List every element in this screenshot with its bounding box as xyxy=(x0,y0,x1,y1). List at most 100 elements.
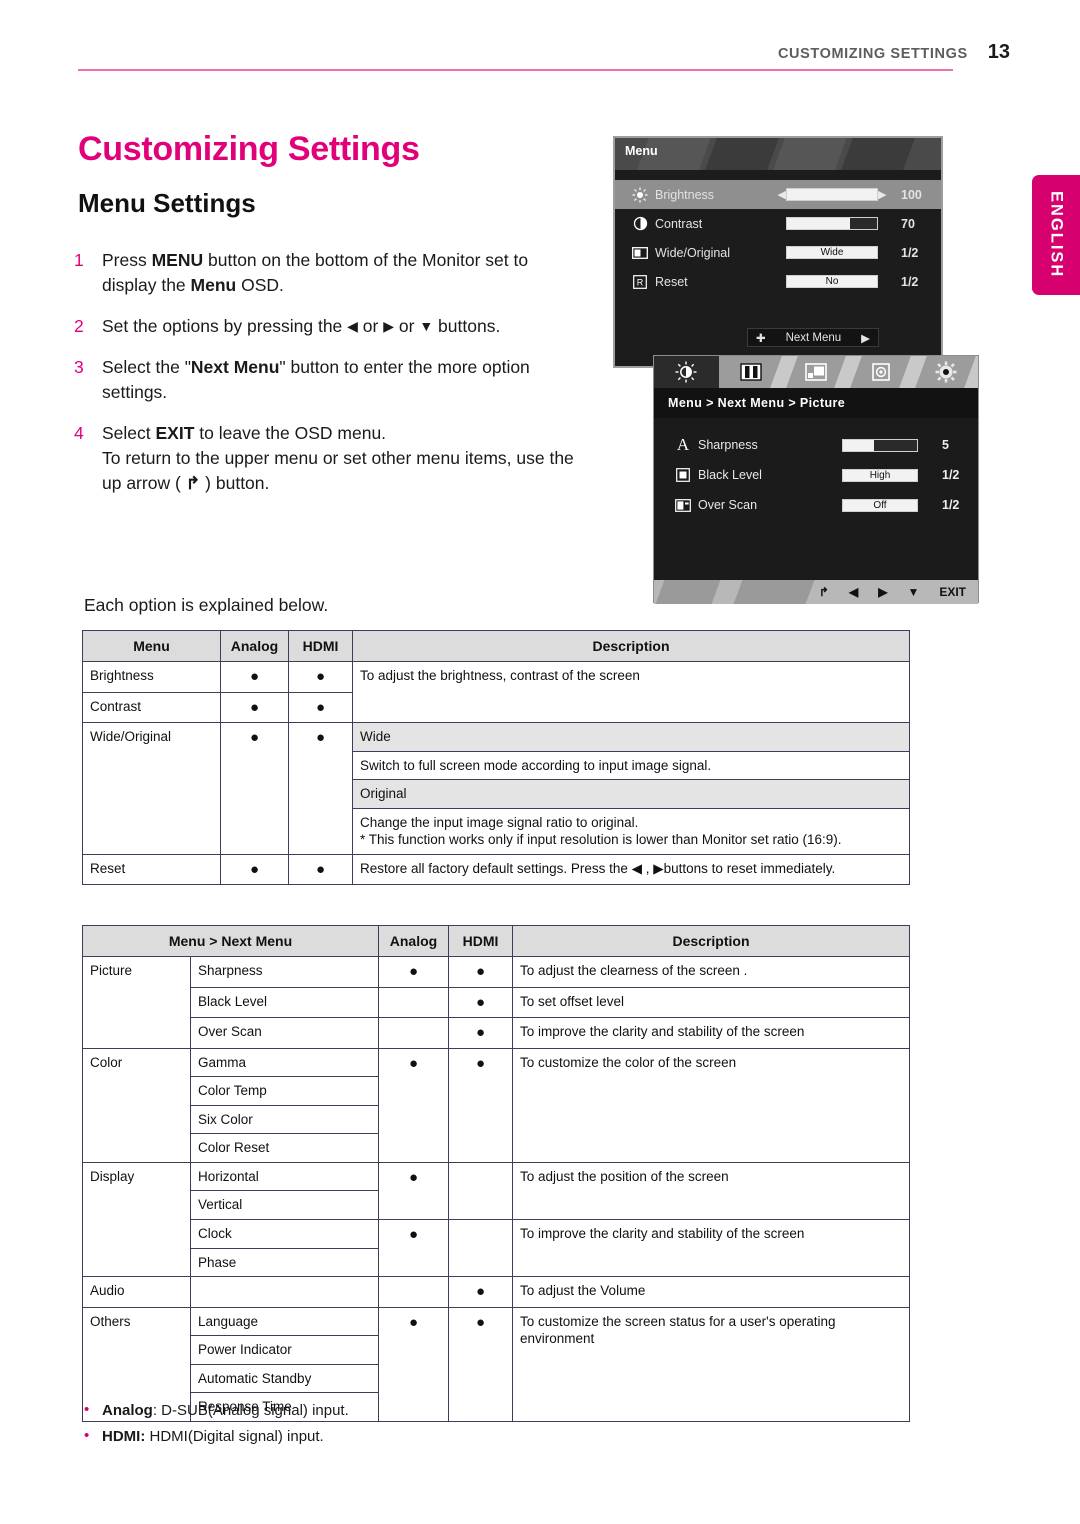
svg-text:R: R xyxy=(637,277,644,287)
page-title: Customizing Settings xyxy=(78,130,420,168)
osd-row-control: Wide xyxy=(773,246,891,259)
cell-analog: ● xyxy=(220,691,289,724)
osd-picture-breadcrumb: Menu > Next Menu > Picture xyxy=(654,388,978,418)
col-header-menu: Menu xyxy=(82,629,221,663)
osd-row-wide-original: Wide/Original Wide 1/2 xyxy=(615,238,941,267)
footnote-list: Analog: D-SUB(Analog signal) input. HDMI… xyxy=(84,1397,349,1450)
brightness-icon xyxy=(625,187,655,203)
col-header-description: Description xyxy=(352,629,910,663)
cell-group: Display xyxy=(82,1161,191,1278)
cell-group: Picture xyxy=(82,956,191,1049)
cell-item: Phase xyxy=(190,1247,379,1278)
step-item: 1 Press MENU button on the bottom of the… xyxy=(74,248,574,298)
cell-description: To improve the clarity and stability of … xyxy=(512,1017,910,1049)
sharpness-slider xyxy=(842,438,918,452)
wide-original-value-tag: Wide xyxy=(786,246,878,259)
cell-item xyxy=(190,1276,379,1308)
cell-analog xyxy=(378,1017,449,1049)
cell-item: Sharpness xyxy=(190,956,379,988)
footnote-term: HDMI: xyxy=(102,1428,146,1445)
table-row: Wide/Original ● ● Wide xyxy=(82,722,910,855)
osd-row-reset: R Reset No 1/2 xyxy=(615,267,941,296)
step-item: 2 Set the options by pressing the ◀ or ▶… xyxy=(74,314,574,339)
osd-row-label: Sharpness xyxy=(698,438,758,452)
cell-analog xyxy=(378,1276,449,1308)
cell-item: Color Temp xyxy=(190,1076,379,1106)
cell-item: Language xyxy=(190,1306,379,1337)
step-item: 3 Select the "Next Menu" button to enter… xyxy=(74,355,574,405)
table-row: Black Level ● To set offset level xyxy=(83,986,910,1019)
contrast-icon xyxy=(625,216,655,231)
osd-row-label: Black Level xyxy=(698,468,762,482)
osd-row-label: Reset xyxy=(655,274,688,289)
cell-hdmi xyxy=(448,1161,513,1220)
over-scan-value-tag: Off xyxy=(842,498,918,512)
col-header-hdmi: HDMI xyxy=(288,629,353,663)
table-row: Audio ● To adjust the Volume xyxy=(82,1276,910,1308)
cell-item: Gamma xyxy=(190,1047,379,1078)
cell-analog: ● xyxy=(378,1306,449,1422)
col-header-menu-next-menu: Menu > Next Menu xyxy=(82,924,379,958)
footnote-text: HDMI(Digital signal) input. xyxy=(145,1428,324,1445)
cell-menu: Contrast xyxy=(82,691,221,724)
cell-hdmi: ● xyxy=(288,691,353,724)
step-number: 2 xyxy=(74,316,84,336)
osd-row-value: 1/2 xyxy=(942,498,960,512)
cell-item: Color Reset xyxy=(190,1133,379,1163)
cell-analog xyxy=(378,986,449,1019)
cell-hdmi: ● xyxy=(448,1047,513,1163)
black-level-value-tag: High xyxy=(842,468,918,482)
cell-item: Automatic Standby xyxy=(190,1363,379,1394)
osd-row-label: Contrast xyxy=(655,216,703,231)
table-row: Brightness ● ● To adjust the brightness,… xyxy=(82,661,910,724)
each-option-note: Each option is explained below. xyxy=(84,595,329,615)
over-scan-icon xyxy=(668,498,698,512)
osd-menu-screenshot: Menu Brightness ◀ ▶ 100 Contrast 70 Wide… xyxy=(613,136,943,368)
cell-description: To adjust the position of the screen xyxy=(512,1161,910,1220)
cell-menu: Brightness xyxy=(82,661,221,693)
cell-item: Six Color xyxy=(190,1104,379,1135)
next-menu-table: Menu > Next Menu Analog HDMI Description… xyxy=(82,924,910,1422)
right-arrow-button[interactable]: ▶ xyxy=(878,585,887,599)
osd-picture-footer: ↱ ◀ ▶ ▼ EXIT xyxy=(654,580,978,604)
osd-row-control: No xyxy=(773,275,891,288)
cell-description: Restore all factory default settings. Pr… xyxy=(352,853,910,886)
osd-row-value: 70 xyxy=(901,216,915,231)
osd-menu-tabbar: Menu xyxy=(615,138,941,170)
osd-menu-title: Menu xyxy=(625,144,658,158)
exit-button[interactable]: EXIT xyxy=(939,585,966,599)
next-menu-bullet-icon: ✚ xyxy=(756,332,766,345)
footnote-analog: Analog: D-SUB(Analog signal) input. xyxy=(84,1397,349,1424)
osd-row-value: 1/2 xyxy=(901,245,919,260)
step-text: Select the "Next Menu" button to enter t… xyxy=(102,357,530,402)
step-text: Select EXIT to leave the OSD menu. To ret… xyxy=(102,423,574,493)
down-arrow-button[interactable]: ▼ xyxy=(907,585,919,599)
color-tab-icon[interactable] xyxy=(719,356,798,388)
cell-subheader-wide: Wide xyxy=(352,722,910,752)
next-menu-button[interactable]: ✚ Next Menu ▶ xyxy=(747,328,879,347)
osd-picture-screenshot: Menu > Next Menu > Picture A Sharpness 5… xyxy=(653,355,979,604)
osd-row-value: 1/2 xyxy=(942,468,960,482)
cell-description: To customize the color of the screen xyxy=(512,1047,910,1163)
cell-description: To adjust the clearness of the screen . xyxy=(512,956,910,988)
display-tab-icon[interactable] xyxy=(784,356,863,388)
next-menu-label: Next Menu xyxy=(785,331,842,344)
cell-subheader-original: Original xyxy=(352,779,910,809)
contrast-slider xyxy=(786,217,878,230)
table-row: Over Scan ● To improve the clarity and s… xyxy=(83,1017,910,1049)
cell-description: Change the input image signal ratio to o… xyxy=(352,807,910,855)
cell-hdmi: ● xyxy=(288,661,353,693)
up-arrow-button[interactable]: ↱ xyxy=(819,585,829,599)
cell-hdmi: ● xyxy=(288,722,353,855)
others-tab-icon[interactable] xyxy=(913,356,978,388)
table-row: Display Horizontal ● To adjust the posit… xyxy=(82,1161,910,1278)
running-header: CUSTOMIZING SETTINGS 13 xyxy=(0,42,1010,62)
col-header-analog: Analog xyxy=(378,924,449,958)
left-arrow-button[interactable]: ◀ xyxy=(849,585,858,599)
footnote-term: Analog xyxy=(102,1402,153,1419)
picture-tab-icon[interactable] xyxy=(654,356,719,388)
cell-analog: ● xyxy=(220,722,289,855)
audio-tab-icon[interactable] xyxy=(848,356,928,388)
osd-row-contrast: Contrast 70 xyxy=(615,209,941,238)
cell-analog: ● xyxy=(378,956,449,988)
